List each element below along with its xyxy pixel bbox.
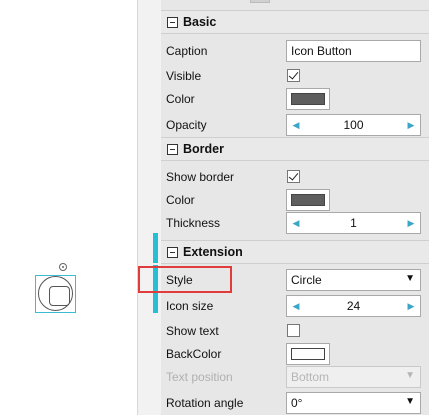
minus-box-icon[interactable] <box>167 17 178 28</box>
icon-size-label: Icon size <box>166 299 214 313</box>
backcolor-picker-button[interactable] <box>286 343 330 365</box>
triangle-right-icon[interactable]: ▶ <box>402 213 420 233</box>
triangle-down-icon: ▼ <box>405 370 415 381</box>
show-text-checkbox[interactable] <box>287 324 300 337</box>
triangle-down-icon[interactable]: ▼ <box>405 396 415 407</box>
section-basic-title: Basic <box>183 15 217 29</box>
color-picker-button[interactable] <box>286 88 330 110</box>
text-position-dropdown: Bottom ▼ <box>286 366 421 388</box>
highlight-box <box>138 266 232 293</box>
caption-label: Caption <box>166 44 208 58</box>
section-border-title: Border <box>183 142 224 156</box>
row-backcolor: BackColor <box>161 342 429 366</box>
row-thickness: Thickness ◀ 1 ▶ <box>161 211 429 235</box>
triangle-left-icon[interactable]: ◀ <box>287 296 305 316</box>
row-color: Color <box>161 87 429 111</box>
rotation-label: Rotation angle <box>166 396 244 410</box>
text-position-label: Text position <box>166 370 233 384</box>
section-basic-header[interactable]: Basic <box>161 10 429 34</box>
icon-size-spinner[interactable]: ◀ 24 ▶ <box>286 295 421 317</box>
visible-checkbox[interactable] <box>287 69 300 82</box>
row-rotation: Rotation angle 0° ▼ <box>161 391 429 415</box>
triangle-left-icon[interactable]: ◀ <box>287 213 305 233</box>
triangle-right-icon[interactable]: ▶ <box>402 296 420 316</box>
triangle-right-icon[interactable]: ▶ <box>402 115 420 135</box>
style-dropdown-value: Circle <box>291 273 322 287</box>
triangle-left-icon[interactable]: ◀ <box>287 115 305 135</box>
design-canvas[interactable] <box>0 0 137 415</box>
widget-icon <box>49 286 70 306</box>
row-visible: Visible <box>161 64 429 88</box>
icon-button-widget[interactable] <box>35 275 76 313</box>
icon-size-value[interactable]: 24 <box>305 299 402 313</box>
border-color-picker-button[interactable] <box>286 189 330 211</box>
opacity-spinner[interactable]: ◀ 100 ▶ <box>286 114 421 136</box>
border-color-swatch <box>291 194 325 206</box>
opacity-value[interactable]: 100 <box>305 118 402 132</box>
widget-circle-shape <box>38 276 73 311</box>
panel-scroll-stub <box>250 0 270 3</box>
visible-label: Visible <box>166 69 202 83</box>
rotation-dropdown-value: 0° <box>291 396 303 410</box>
text-position-dropdown-value: Bottom <box>291 370 330 384</box>
color-swatch <box>291 93 325 105</box>
show-text-label: Show text <box>166 324 219 338</box>
backcolor-label: BackColor <box>166 347 222 361</box>
thickness-spinner[interactable]: ◀ 1 ▶ <box>286 212 421 234</box>
show-border-checkbox[interactable] <box>287 170 300 183</box>
thickness-value[interactable]: 1 <box>305 216 402 230</box>
minus-box-icon[interactable] <box>167 144 178 155</box>
panel-gutter <box>138 0 161 415</box>
designer-window: Basic Caption Icon Button Visible Color … <box>0 0 429 415</box>
row-icon-size: Icon size ◀ 24 ▶ <box>161 294 429 318</box>
opacity-label: Opacity <box>166 118 207 132</box>
caption-input[interactable]: Icon Button <box>286 40 421 62</box>
rotation-dropdown[interactable]: 0° ▼ <box>286 392 421 414</box>
triangle-down-icon[interactable]: ▼ <box>405 273 415 284</box>
row-caption: Caption Icon Button <box>161 39 429 63</box>
section-extension-title: Extension <box>183 245 243 259</box>
row-text-position: Text position Bottom ▼ <box>161 365 429 389</box>
section-border-header[interactable]: Border <box>161 137 429 161</box>
rotate-handle-icon[interactable] <box>59 263 67 271</box>
style-dropdown[interactable]: Circle ▼ <box>286 269 421 291</box>
minus-box-icon[interactable] <box>167 247 178 258</box>
row-border-color: Color <box>161 188 429 212</box>
show-border-label: Show border <box>166 170 235 184</box>
thickness-label: Thickness <box>166 216 221 230</box>
backcolor-swatch <box>291 348 325 360</box>
highlight-bar <box>153 233 158 263</box>
color-label: Color <box>166 92 195 106</box>
section-extension-header[interactable]: Extension <box>161 240 429 264</box>
row-show-border: Show border <box>161 165 429 189</box>
row-opacity: Opacity ◀ 100 ▶ <box>161 113 429 137</box>
row-show-text: Show text <box>161 319 429 343</box>
border-color-label: Color <box>166 193 195 207</box>
